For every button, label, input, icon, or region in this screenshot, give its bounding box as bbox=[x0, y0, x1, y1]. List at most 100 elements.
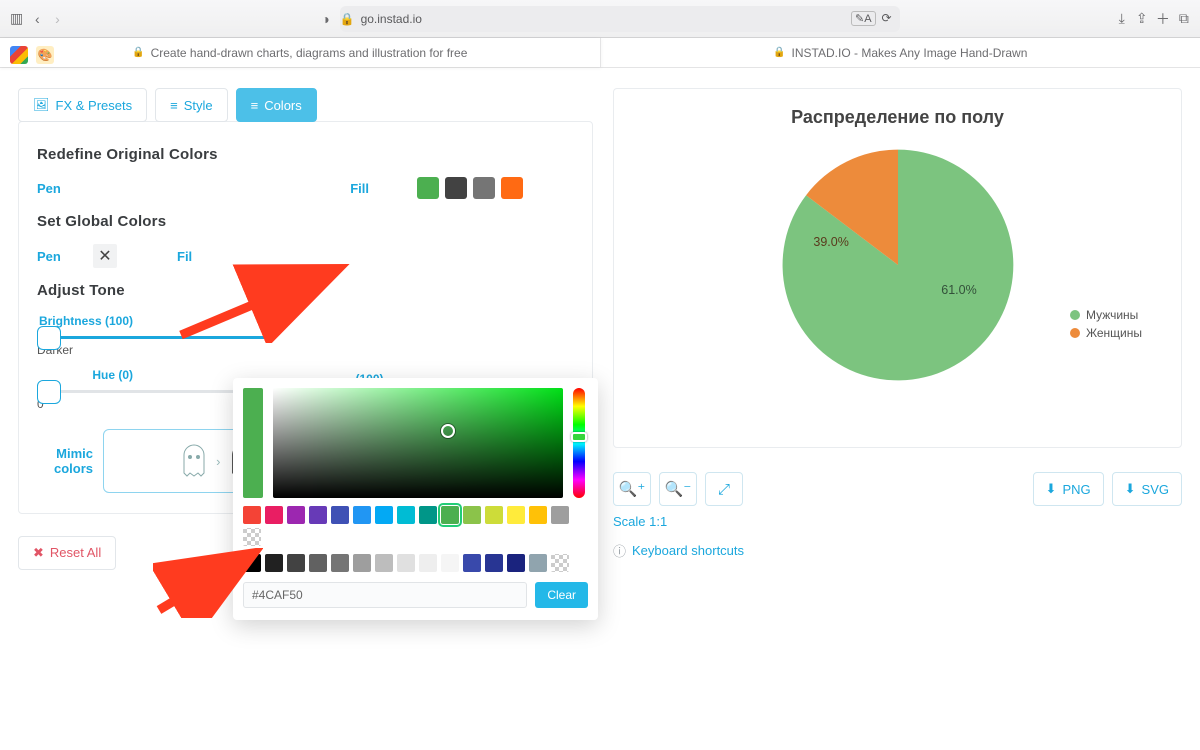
fill-swatch[interactable] bbox=[473, 177, 495, 199]
preset-swatch[interactable] bbox=[441, 506, 459, 524]
preset-swatch[interactable] bbox=[441, 554, 459, 572]
preset-swatch[interactable] bbox=[397, 554, 415, 572]
fill-swatch[interactable] bbox=[417, 177, 439, 199]
tab-label: INSTAD.IO - Makes Any Image Hand-Drawn bbox=[792, 46, 1028, 60]
preset-swatch[interactable] bbox=[375, 506, 393, 524]
download-png-button[interactable]: ⬇PNG bbox=[1033, 472, 1104, 506]
shield-icon[interactable]: ◑ bbox=[319, 7, 331, 31]
fill-label: Fill bbox=[313, 181, 369, 196]
preset-swatch[interactable] bbox=[287, 506, 305, 524]
favicon[interactable] bbox=[10, 46, 28, 64]
saturation-lightness-field[interactable] bbox=[273, 388, 563, 498]
tabs-icon[interactable]: ⧉ bbox=[1178, 7, 1190, 31]
lock-icon: 🔒 bbox=[340, 12, 355, 26]
preset-swatch[interactable] bbox=[375, 554, 393, 572]
preset-swatch[interactable] bbox=[243, 506, 261, 524]
preset-swatch[interactable] bbox=[419, 554, 437, 572]
slice-label: 39.0% bbox=[813, 235, 848, 249]
tab-strip: 🔒 Create hand-drawn charts, diagrams and… bbox=[0, 38, 1200, 68]
zoom-in-button[interactable]: 🔍⁺ bbox=[613, 472, 651, 506]
preset-swatch[interactable] bbox=[551, 506, 569, 524]
preset-swatch[interactable] bbox=[529, 554, 547, 572]
preset-swatch[interactable] bbox=[331, 506, 349, 524]
zoom-in-icon: 🔍⁺ bbox=[619, 480, 646, 498]
tab-colors[interactable]: ≡Colors bbox=[236, 88, 317, 122]
ghost-light-icon bbox=[180, 443, 208, 479]
scale-label: Scale 1:1 bbox=[613, 514, 1182, 529]
hex-input[interactable] bbox=[243, 582, 527, 608]
lock-icon: 🔒 bbox=[773, 47, 785, 58]
preset-swatch[interactable] bbox=[265, 554, 283, 572]
lock-icon: 🔒 bbox=[132, 47, 144, 58]
current-color bbox=[243, 388, 263, 498]
reload-icon[interactable]: ⟳ bbox=[882, 11, 892, 26]
clear-button[interactable]: Clear bbox=[535, 582, 588, 608]
preset-swatch[interactable] bbox=[265, 506, 283, 524]
brightness-slider[interactable] bbox=[37, 336, 276, 339]
preset-swatch[interactable] bbox=[507, 506, 525, 524]
heading-tone: Adjust Tone bbox=[37, 282, 574, 299]
panel-tabs: 🖼FX & Presets ≡Style ≡Colors bbox=[18, 88, 593, 122]
legend-item: Мужчины bbox=[1070, 308, 1142, 322]
preset-swatch[interactable] bbox=[309, 506, 327, 524]
color-picker: Clear bbox=[233, 378, 598, 620]
tab-instad-editor[interactable]: 🔒 Create hand-drawn charts, diagrams and… bbox=[0, 38, 601, 67]
tab-label: Create hand-drawn charts, diagrams and i… bbox=[151, 46, 468, 60]
tab-style[interactable]: ≡Style bbox=[155, 88, 228, 122]
download-icon: ⬇ bbox=[1125, 481, 1136, 497]
url-host: go.instad.io bbox=[361, 12, 422, 26]
preset-swatch[interactable] bbox=[397, 506, 415, 524]
zoom-out-button[interactable]: 🔍⁻ bbox=[659, 472, 697, 506]
legend-item: Женщины bbox=[1070, 326, 1142, 340]
preset-swatch[interactable] bbox=[331, 554, 349, 572]
expand-icon: ⤢ bbox=[718, 481, 730, 498]
sliders-icon: ≡ bbox=[170, 98, 178, 113]
download-svg-button[interactable]: ⬇SVG bbox=[1112, 472, 1182, 506]
pen-label: Pen bbox=[37, 249, 93, 264]
fill-swatches bbox=[417, 177, 523, 199]
heading-global: Set Global Colors bbox=[37, 213, 574, 230]
fill-swatch[interactable] bbox=[445, 177, 467, 199]
preset-swatch[interactable] bbox=[243, 528, 261, 546]
fill-label-truncated: Fil bbox=[177, 249, 201, 264]
download-icon: ⬇ bbox=[1046, 481, 1057, 497]
pie-chart: 61.0% 39.0% bbox=[773, 140, 1023, 390]
preset-swatch[interactable] bbox=[419, 506, 437, 524]
reset-all-button[interactable]: ✖Reset All bbox=[18, 536, 116, 570]
preset-swatch[interactable] bbox=[529, 506, 547, 524]
sliders-icon: ≡ bbox=[251, 98, 259, 113]
keyboard-shortcuts-link[interactable]: ⓘKeyboard shortcuts bbox=[613, 541, 1182, 560]
preset-swatch[interactable] bbox=[485, 506, 503, 524]
pen-label: Pen bbox=[37, 181, 133, 196]
hue-strip[interactable] bbox=[573, 388, 585, 498]
download-icon[interactable]: ⤓ bbox=[1116, 7, 1128, 31]
forward-icon[interactable]: › bbox=[51, 7, 63, 31]
translate-icon[interactable]: ✎A bbox=[851, 11, 876, 26]
heading-redefine: Redefine Original Colors bbox=[37, 146, 574, 163]
preset-swatch[interactable] bbox=[287, 554, 305, 572]
preset-swatch[interactable] bbox=[463, 506, 481, 524]
preset-swatch[interactable] bbox=[309, 554, 327, 572]
newtab-icon[interactable]: ＋ bbox=[1156, 7, 1170, 31]
preset-swatch[interactable] bbox=[353, 554, 371, 572]
pen-none[interactable]: ✕ bbox=[93, 244, 117, 268]
preset-swatch[interactable] bbox=[463, 554, 481, 572]
preset-swatch[interactable] bbox=[507, 554, 525, 572]
browser-toolbar: ▥ ‹ › ◑ 🔒 go.instad.io ✎A ⟳ ⤓ ⇪ ＋ ⧉ bbox=[0, 0, 1200, 38]
back-icon[interactable]: ‹ bbox=[31, 7, 43, 31]
favicon-strip: 🎨 bbox=[4, 42, 60, 68]
tab-fx-presets[interactable]: 🖼FX & Presets bbox=[18, 88, 147, 122]
fill-swatch[interactable] bbox=[501, 177, 523, 199]
preset-swatch[interactable] bbox=[485, 554, 503, 572]
preset-swatch[interactable] bbox=[353, 506, 371, 524]
sidebar-icon[interactable]: ▥ bbox=[10, 7, 23, 31]
share-icon[interactable]: ⇪ bbox=[1136, 7, 1148, 31]
tab-instad-home[interactable]: 🔒 INSTAD.IO - Makes Any Image Hand-Drawn bbox=[601, 38, 1200, 67]
preset-swatch[interactable] bbox=[551, 554, 569, 572]
chart-legend: Мужчины Женщины bbox=[1070, 308, 1142, 344]
fullscreen-button[interactable]: ⤢ bbox=[705, 472, 743, 506]
preset-swatch[interactable] bbox=[243, 554, 261, 572]
address-bar[interactable]: 🔒 go.instad.io ✎A ⟳ bbox=[340, 6, 900, 32]
favicon[interactable]: 🎨 bbox=[36, 46, 54, 64]
mimic-label: Mimic colors bbox=[37, 446, 93, 476]
